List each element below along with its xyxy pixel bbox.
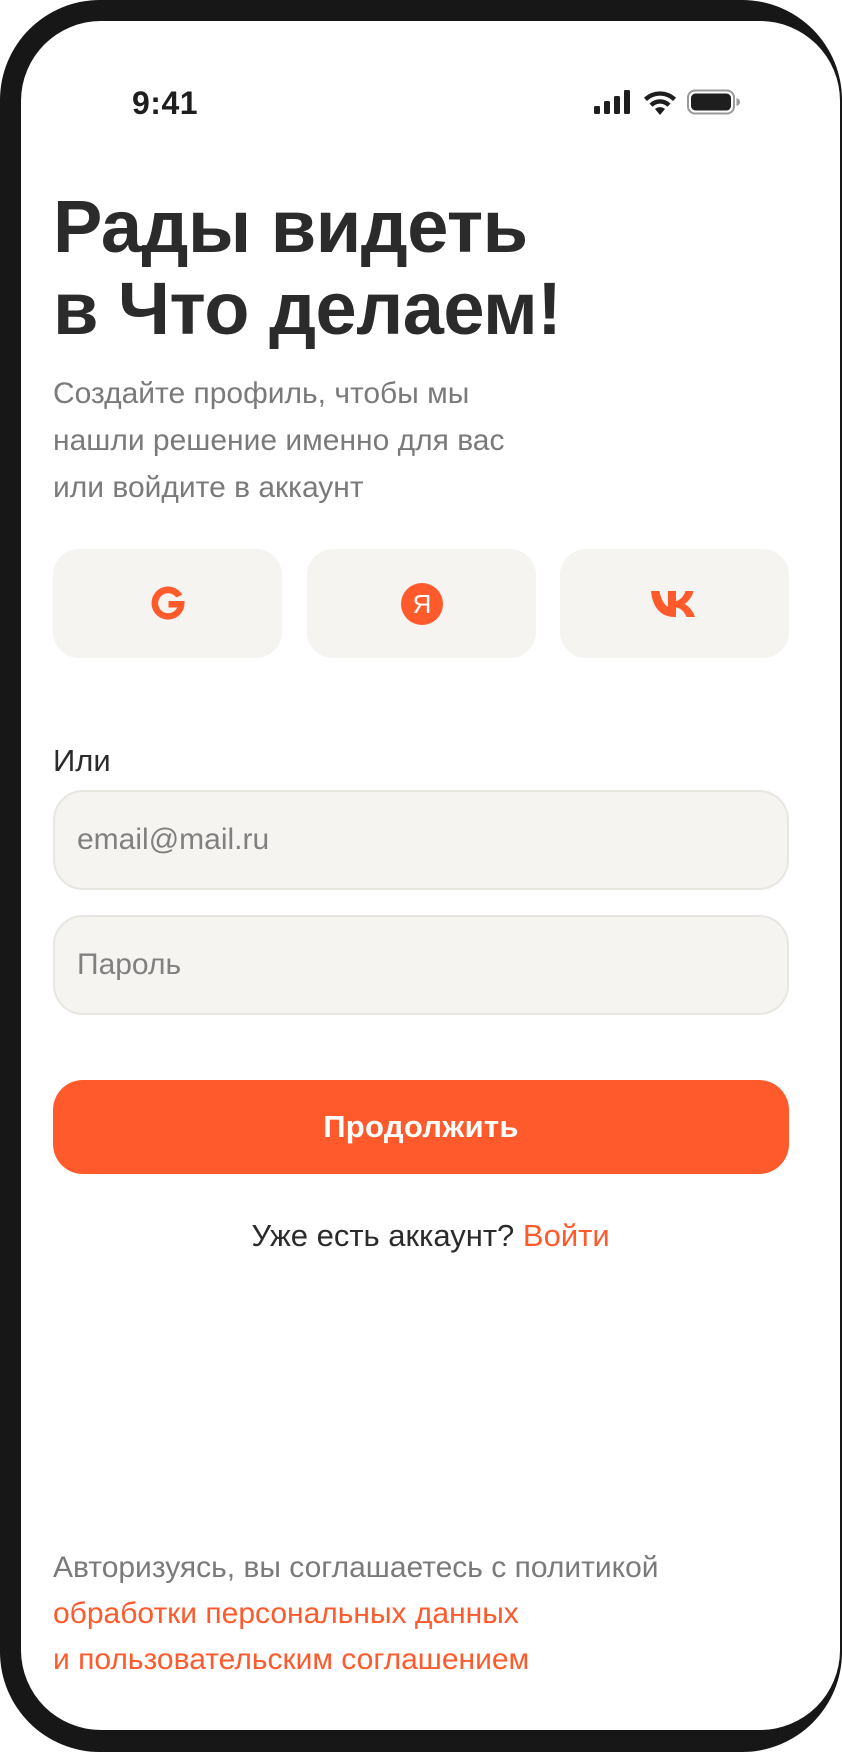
page-title-line-2: в Что делаем! bbox=[53, 267, 562, 350]
screen: 9:41 Рады видеть в Что делаем! Создайте … bbox=[21, 21, 840, 1730]
privacy-policy-link[interactable]: обработки персональных данных bbox=[53, 1591, 813, 1637]
email-field[interactable] bbox=[53, 790, 789, 890]
yandex-login-button[interactable]: Я bbox=[307, 549, 536, 658]
subtitle-line-3: или войдите в аккаунт bbox=[53, 471, 364, 504]
page-title-line-1: Рады видеть bbox=[53, 185, 528, 268]
google-login-button[interactable] bbox=[53, 549, 282, 658]
page-subtitle: Создайте профиль, чтобы мы нашли решение… bbox=[53, 370, 613, 511]
user-agreement-link[interactable]: и пользовательским соглашением bbox=[53, 1637, 813, 1683]
login-prompt: Уже есть аккаунт? Войти bbox=[21, 1218, 840, 1254]
battery-icon bbox=[687, 89, 740, 115]
consent-notice: Авторизуясь, вы соглашаетесь с политикой… bbox=[53, 1545, 813, 1683]
login-prompt-text: Уже есть аккаунт? bbox=[251, 1218, 515, 1253]
or-divider-label: Или bbox=[53, 743, 111, 778]
consent-text: Авторизуясь, вы соглашаетесь с политикой bbox=[53, 1551, 659, 1584]
google-icon bbox=[151, 586, 184, 620]
vk-login-button[interactable] bbox=[560, 549, 789, 658]
cellular-signal-icon bbox=[594, 90, 630, 114]
vk-icon bbox=[650, 590, 695, 617]
subtitle-line-1: Создайте профиль, чтобы мы bbox=[53, 377, 470, 410]
status-time: 9:41 bbox=[132, 85, 199, 121]
subtitle-line-2: нашли решение именно для вас bbox=[53, 424, 505, 457]
page-title: Рады видеть в Что делаем! bbox=[53, 186, 753, 350]
yandex-icon: Я bbox=[400, 582, 443, 625]
password-field[interactable] bbox=[53, 915, 789, 1015]
yandex-glyph: Я bbox=[412, 589, 431, 619]
continue-button[interactable]: Продолжить bbox=[53, 1080, 789, 1174]
wifi-icon bbox=[644, 91, 676, 115]
device-frame: 9:41 Рады видеть в Что делаем! Создайте … bbox=[0, 0, 842, 1752]
login-link[interactable]: Войти bbox=[523, 1218, 610, 1253]
